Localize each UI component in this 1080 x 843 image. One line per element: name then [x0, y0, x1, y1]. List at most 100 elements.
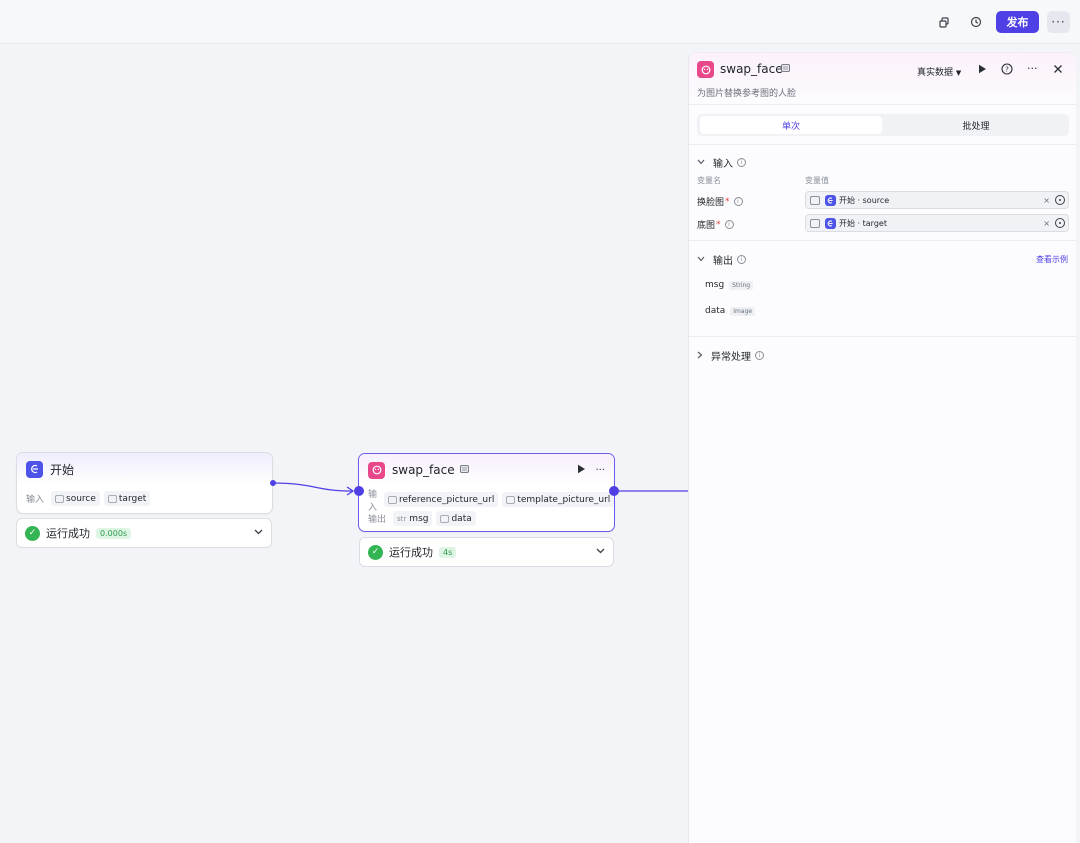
- swap-node-outputs: 输出 str msg data: [359, 509, 614, 528]
- column-header-name: 变量名: [697, 176, 721, 185]
- copy-icon-svg: [938, 16, 949, 28]
- publish-button[interactable]: 发布: [996, 11, 1039, 33]
- clear-icon[interactable]: ×: [1043, 196, 1050, 205]
- image-icon: [810, 218, 820, 228]
- swap-input-port[interactable]: [354, 486, 364, 496]
- start-node-icon: [26, 460, 43, 478]
- workflow-canvas[interactable]: 开始 输入 source target ✓ 运行成功 0.000s swap_f…: [0, 45, 688, 843]
- var-name-text: 换脸图: [697, 198, 725, 208]
- variable-target-icon[interactable]: [1055, 218, 1065, 228]
- copy-icon[interactable]: [933, 11, 955, 33]
- status-time-badge: 0.000s: [96, 527, 132, 539]
- start-output-port[interactable]: [270, 480, 276, 486]
- chip-text: target: [118, 493, 147, 504]
- error-section-header[interactable]: 异常处理 i: [697, 348, 764, 363]
- input-var-name: 底图 * i: [697, 218, 734, 231]
- output-name: msg: [705, 280, 725, 290]
- image-icon: [55, 494, 65, 503]
- image-icon: [388, 495, 398, 504]
- status-text: 运行成功: [46, 527, 90, 540]
- info-icon[interactable]: i: [737, 158, 746, 167]
- divider: [689, 336, 1077, 337]
- close-icon[interactable]: [1053, 62, 1063, 77]
- data-mode-label: 真实数据: [917, 68, 954, 78]
- start-node-title: 开始: [50, 462, 75, 477]
- more-menu-button[interactable]: ···: [1047, 11, 1070, 33]
- node-config-panel: swap_face 为图片替换参考图的人脸 真实数据 ▼ ? ··· 单次 批处…: [688, 52, 1077, 843]
- more-icon[interactable]: ···: [1027, 62, 1038, 75]
- top-bar: 发布 ···: [0, 0, 1080, 44]
- swap-face-node-header: swap_face ···: [359, 454, 614, 486]
- input-chip-target: target: [103, 491, 151, 506]
- status-text: 运行成功: [389, 546, 433, 559]
- panel-description: 为图片替换参考图的人脸: [697, 89, 797, 99]
- plugin-tag-icon: [459, 464, 469, 476]
- swap-face-node[interactable]: swap_face ··· 输入 reference_picture_url t…: [358, 453, 615, 532]
- clear-icon[interactable]: ×: [1043, 219, 1050, 228]
- output-section-header[interactable]: 输出 i: [697, 252, 746, 267]
- start-node[interactable]: 开始 输入 source target: [16, 452, 273, 514]
- output-chip-data: data: [436, 511, 476, 526]
- info-icon[interactable]: i: [724, 220, 734, 229]
- info-icon[interactable]: i: [755, 351, 764, 360]
- input-chip-template: template_picture_url: [502, 492, 614, 507]
- required-marker: *: [725, 196, 730, 207]
- input-label: 输入: [368, 489, 378, 513]
- info-icon[interactable]: i: [733, 197, 743, 206]
- more-icon[interactable]: ···: [595, 465, 605, 476]
- swap-node-status[interactable]: ✓ 运行成功 4s: [359, 537, 614, 567]
- chevron-down-icon: [697, 158, 705, 167]
- var-name-text: 底图: [697, 221, 716, 231]
- input-chip-reference: reference_picture_url: [384, 492, 499, 507]
- view-example-link[interactable]: 查看示例: [1036, 254, 1068, 265]
- start-node-icon: [825, 217, 836, 229]
- image-icon: [506, 495, 516, 504]
- chip-text: template_picture_url: [517, 494, 611, 505]
- section-title: 异常处理: [711, 352, 751, 363]
- plugin-icon: [368, 461, 385, 479]
- output-name: data: [705, 306, 726, 316]
- chip-text: reference_picture_url: [399, 494, 495, 505]
- history-icon-svg: [970, 16, 982, 28]
- divider: [689, 240, 1077, 241]
- var-ref-text: 开始 · target: [839, 218, 887, 228]
- chevron-down-icon[interactable]: [596, 547, 605, 557]
- play-icon[interactable]: [577, 464, 586, 477]
- column-header-value: 变量值: [805, 176, 829, 185]
- swap-output-port[interactable]: [609, 486, 619, 496]
- input-chip-source: source: [51, 491, 100, 506]
- success-check-icon: ✓: [25, 525, 40, 541]
- output-row: msg String: [705, 280, 754, 290]
- tab-batch[interactable]: 批处理: [885, 116, 1067, 134]
- input-section-header[interactable]: 输入 i: [697, 155, 746, 170]
- edge-start-to-swap: [271, 482, 353, 492]
- data-mode-dropdown[interactable]: 真实数据 ▼: [917, 65, 961, 78]
- image-icon: [107, 494, 117, 503]
- section-title: 输入: [713, 159, 733, 170]
- chevron-down-icon: [697, 255, 705, 264]
- tab-single[interactable]: 单次: [700, 116, 882, 134]
- start-node-status[interactable]: ✓ 运行成功 0.000s: [16, 518, 272, 548]
- history-icon[interactable]: [965, 11, 987, 33]
- info-icon[interactable]: i: [737, 255, 746, 264]
- input-var-value[interactable]: 开始 · source ×: [805, 191, 1069, 209]
- string-type-icon: str: [397, 514, 407, 523]
- help-icon[interactable]: ?: [1001, 62, 1013, 78]
- chip-text: source: [66, 493, 96, 504]
- chip-text: data: [451, 513, 472, 524]
- caret-down-icon: ▼: [955, 69, 962, 77]
- variable-target-icon[interactable]: [1055, 195, 1065, 205]
- swap-node-inputs: 输入 reference_picture_url template_pictur…: [359, 490, 614, 513]
- input-label: 输入: [26, 495, 45, 505]
- status-time-badge: 4s: [439, 546, 457, 558]
- node-actions: ···: [577, 464, 605, 477]
- output-label: 输出: [368, 515, 387, 525]
- chevron-down-icon[interactable]: [254, 528, 263, 538]
- play-icon[interactable]: [978, 62, 987, 77]
- required-marker: *: [716, 219, 721, 230]
- image-icon: [440, 514, 450, 523]
- input-var-value[interactable]: 开始 · target ×: [805, 214, 1069, 232]
- section-title: 输出: [713, 256, 733, 267]
- start-node-header: 开始: [17, 453, 272, 485]
- chip-text: msg: [409, 513, 429, 524]
